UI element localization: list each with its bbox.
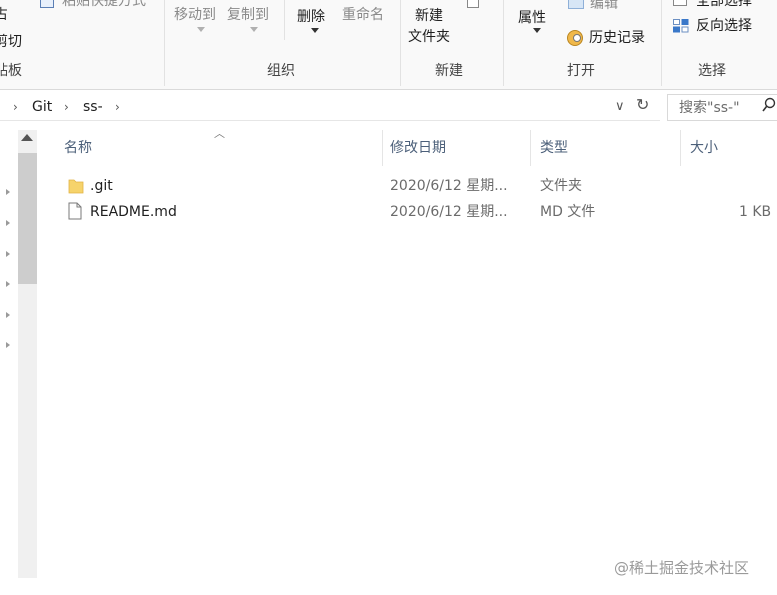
- search-box[interactable]: 搜索"ss-": [667, 94, 777, 121]
- column-divider[interactable]: [530, 130, 531, 166]
- nav-expand-arrow-icon[interactable]: [6, 312, 10, 318]
- new-item-icon[interactable]: [467, 0, 479, 8]
- address-bar[interactable]: › Git › ss- › ∨ ↻: [0, 93, 660, 121]
- column-divider[interactable]: [382, 130, 383, 166]
- nav-expand-arrow-icon[interactable]: [6, 281, 10, 287]
- breadcrumb-git[interactable]: Git: [32, 98, 52, 116]
- column-header-name[interactable]: 名称: [64, 139, 92, 157]
- properties-button[interactable]: 属性: [518, 9, 546, 27]
- new-folder-label-line2[interactable]: 文件夹: [408, 28, 450, 46]
- cut-button[interactable]: 剪切: [0, 33, 22, 51]
- select-all-icon: [673, 0, 687, 6]
- rename-button[interactable]: 重命名: [342, 6, 384, 24]
- paste-shortcut-button[interactable]: 粘贴快捷方式: [62, 0, 146, 10]
- column-divider[interactable]: [680, 130, 681, 166]
- nav-expand-arrow-icon[interactable]: [6, 251, 10, 257]
- ribbon: 占 剪切 贴板 粘贴快捷方式 移动到 复制到 删除 重命名 组织 新建 文件夹 …: [0, 0, 777, 90]
- delete-caret-icon: [311, 28, 319, 33]
- move-to-caret-icon: [197, 27, 205, 32]
- clipboard-group-label: 贴板: [0, 63, 22, 79]
- move-to-button[interactable]: 移动到: [174, 6, 216, 24]
- open-group-label: 打开: [567, 63, 595, 79]
- search-icon[interactable]: [762, 97, 776, 117]
- edit-icon: [568, 0, 584, 9]
- invert-selection-icon: [673, 19, 689, 33]
- history-button[interactable]: 历史记录: [589, 29, 645, 47]
- delete-button[interactable]: 删除: [297, 8, 325, 26]
- nav-expand-arrow-icon[interactable]: [6, 189, 10, 195]
- scroll-up-arrow-icon[interactable]: [21, 134, 33, 141]
- file-row[interactable]: README.md 2020/6/12 星期... MD 文件 1 KB: [62, 199, 777, 225]
- properties-caret-icon: [533, 28, 541, 33]
- breadcrumb-chevron-icon[interactable]: ›: [64, 98, 69, 116]
- file-type: MD 文件: [540, 204, 596, 220]
- paste-label-partial[interactable]: 占: [0, 6, 8, 24]
- nav-expand-arrow-icon[interactable]: [6, 220, 10, 226]
- file-type: 文件夹: [540, 178, 582, 194]
- column-header-type[interactable]: 类型: [540, 139, 568, 157]
- breadcrumb-chevron-icon[interactable]: ›: [13, 98, 18, 116]
- history-clock-icon: [573, 34, 581, 42]
- file-modified: 2020/6/12 星期...: [390, 178, 508, 194]
- file-row[interactable]: .git 2020/6/12 星期... 文件夹: [62, 173, 777, 199]
- watermark: @稀土掘金技术社区: [614, 559, 750, 577]
- select-all-button[interactable]: 全部选择: [696, 0, 752, 10]
- refresh-icon[interactable]: ↻: [636, 96, 649, 114]
- address-dropdown-icon[interactable]: ∨: [615, 98, 625, 116]
- file-modified: 2020/6/12 星期...: [390, 204, 508, 220]
- sort-ascending-icon: ︿: [214, 127, 225, 140]
- breadcrumb-ss[interactable]: ss-: [83, 98, 103, 116]
- paste-shortcut-icon: [40, 0, 54, 8]
- invert-selection-button[interactable]: 反向选择: [696, 17, 752, 35]
- edit-button[interactable]: 编辑: [590, 0, 618, 13]
- breadcrumb-chevron-icon[interactable]: ›: [115, 98, 120, 116]
- file-size: 1 KB: [739, 204, 772, 220]
- file-name[interactable]: .git: [90, 177, 113, 195]
- folder-icon: [68, 177, 84, 199]
- file-icon: [68, 202, 82, 224]
- nav-expand-arrow-icon[interactable]: [6, 342, 10, 348]
- column-header-modified[interactable]: 修改日期: [390, 139, 446, 157]
- new-folder-label-line1[interactable]: 新建: [415, 7, 443, 25]
- file-name[interactable]: README.md: [90, 203, 177, 221]
- column-header-size[interactable]: 大小: [690, 139, 718, 157]
- organize-group-label: 组织: [267, 63, 295, 79]
- nav-pane-scroll-thumb[interactable]: [18, 153, 37, 284]
- copy-to-caret-icon: [250, 27, 258, 32]
- copy-to-button[interactable]: 复制到: [227, 6, 269, 24]
- select-group-label: 选择: [698, 63, 726, 79]
- search-placeholder[interactable]: 搜索"ss-": [679, 99, 740, 117]
- new-group-label: 新建: [435, 63, 463, 79]
